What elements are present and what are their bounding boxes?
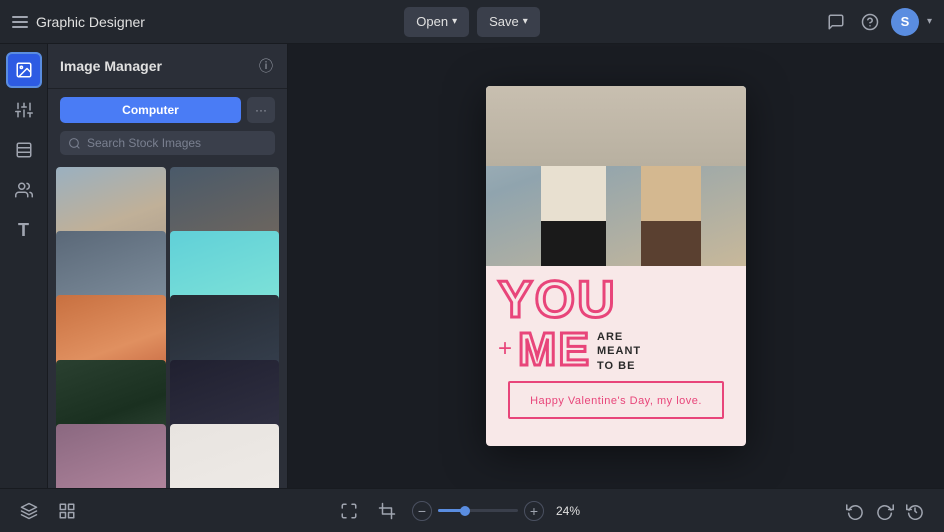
card-footer-text: Happy Valentine's Day, my love. xyxy=(530,395,702,407)
rail-icon-sliders[interactable] xyxy=(6,92,42,128)
valentine-card: YOU + ME ARE MEANT TO BE Happy Valentine… xyxy=(486,86,746,446)
topbar-left: Graphic Designer xyxy=(12,14,396,30)
search-icon xyxy=(68,137,81,150)
zoom-controls: − + 24% xyxy=(412,501,586,521)
topbar-center: Open ▾ Save ▾ xyxy=(404,7,540,37)
app-title: Graphic Designer xyxy=(36,14,145,30)
redo-button[interactable] xyxy=(872,498,898,524)
image-thumb[interactable] xyxy=(170,424,280,488)
card-you-text: YOU xyxy=(498,274,734,326)
main-layout: T Image Manager ⓘ Computer ··· xyxy=(0,44,944,488)
open-button[interactable]: Open ▾ xyxy=(404,7,469,37)
rail-icon-layers[interactable] xyxy=(6,132,42,168)
card-me-text: ME xyxy=(518,326,591,372)
zoom-track[interactable] xyxy=(438,509,518,512)
more-options-button[interactable]: ··· xyxy=(247,97,275,123)
hamburger-menu-icon[interactable] xyxy=(12,16,28,28)
topbar-right: S ▾ xyxy=(548,8,932,36)
card-plus: + xyxy=(498,337,512,361)
save-button[interactable]: Save ▾ xyxy=(477,7,540,37)
panel-info-button[interactable]: ⓘ xyxy=(257,54,275,78)
image-thumb[interactable] xyxy=(56,424,166,488)
panel-title: Image Manager xyxy=(60,58,162,74)
user-chevron[interactable]: ▾ xyxy=(927,16,932,27)
bottom-right-undo-redo xyxy=(842,498,928,524)
card-me-row: + ME ARE MEANT TO BE xyxy=(498,326,734,373)
card-text-area: YOU + ME ARE MEANT TO BE Happy Valentine… xyxy=(486,266,746,419)
history-button[interactable] xyxy=(902,498,928,524)
card-photo xyxy=(486,86,746,266)
search-bar xyxy=(60,131,275,155)
layers-icon[interactable] xyxy=(16,498,42,524)
rail-icon-image-manager[interactable] xyxy=(6,52,42,88)
bottom-center-controls: − + 24% xyxy=(336,498,586,524)
card-footer: Happy Valentine's Day, my love. xyxy=(508,381,724,419)
undo-button[interactable] xyxy=(842,498,868,524)
zoom-in-button[interactable]: + xyxy=(524,501,544,521)
expand-icon[interactable] xyxy=(336,498,362,524)
zoom-out-button[interactable]: − xyxy=(412,501,432,521)
chat-button[interactable] xyxy=(823,9,849,35)
rail-icon-people[interactable] xyxy=(6,172,42,208)
bottom-left-tools xyxy=(16,498,80,524)
panel-actions: Computer ··· xyxy=(48,89,287,131)
topbar: Graphic Designer Open ▾ Save ▾ S ▾ xyxy=(0,0,944,44)
card-meant-text: ARE MEANT TO BE xyxy=(597,326,641,373)
canvas-area[interactable]: YOU + ME ARE MEANT TO BE Happy Valentine… xyxy=(288,44,944,488)
crop-icon[interactable] xyxy=(374,498,400,524)
panel-header: Image Manager ⓘ xyxy=(48,44,287,89)
zoom-value: 24% xyxy=(550,504,586,518)
search-input[interactable] xyxy=(87,136,267,150)
image-manager-panel: Image Manager ⓘ Computer ··· xyxy=(48,44,288,488)
card-photo-bg xyxy=(486,86,746,266)
user-avatar[interactable]: S xyxy=(891,8,919,36)
image-grid xyxy=(48,163,287,488)
icon-rail: T xyxy=(0,44,48,488)
grid-icon[interactable] xyxy=(54,498,80,524)
help-button[interactable] xyxy=(857,9,883,35)
computer-button[interactable]: Computer xyxy=(60,97,241,123)
rail-icon-text[interactable]: T xyxy=(6,212,42,248)
bottom-bar: − + 24% xyxy=(0,488,944,532)
